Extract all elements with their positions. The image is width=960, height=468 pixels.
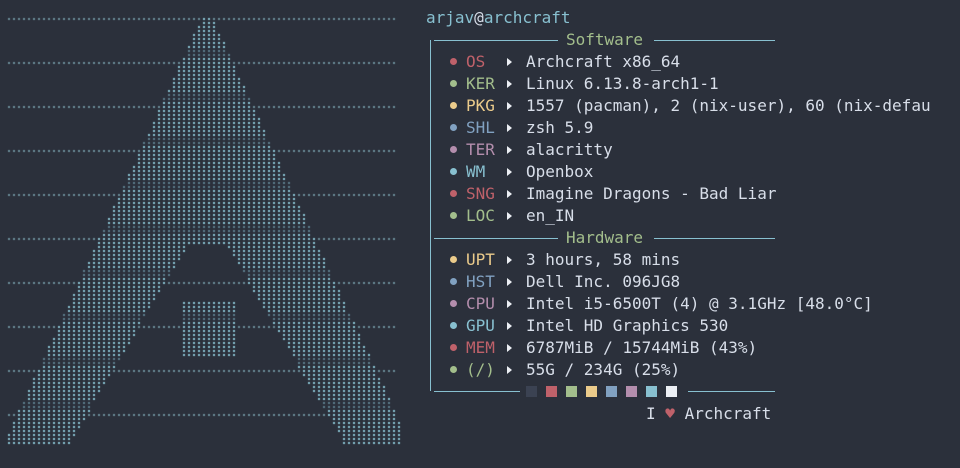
hardware-key-4: MEM [466,338,495,357]
palette-swatch [646,386,657,397]
software-value-0: Archcraft x86_64 [526,52,681,71]
fetch-panel: arjav@archcraft Software OS Archcraft x86_… [0,0,960,468]
arrow-right-icon [507,168,512,176]
software-key-7: LOC [466,206,495,225]
bullet-dot-icon [450,168,457,175]
bullet-dot-icon [450,80,457,87]
arrow-right-icon [507,146,512,154]
software-value-6: Imagine Dragons - Bad Liar [526,184,777,203]
software-value-5: Openbox [526,162,594,181]
arrow-right-icon [507,58,512,66]
bullet-dot-icon [450,102,457,109]
arrow-right-icon [507,322,512,330]
palette-swatch [606,386,617,397]
bullet-dot-icon [450,322,457,329]
software-key-4: TER [466,140,495,159]
software-value-2: 1557 (pacman), 2 (nix-user), 60 (nix-def… [526,96,931,115]
software-rule-left [434,40,558,41]
prompt-line: arjav@archcraft [426,7,571,29]
hardware-key-1: HST [466,272,495,291]
palette-swatch [626,386,637,397]
arrow-right-icon [507,102,512,110]
software-key-0: OS [466,52,486,71]
footer-post: Archcraft [684,404,772,423]
hardware-key-5: (/) [466,360,495,379]
software-title: Software [566,30,644,49]
hostname: archcraft [483,8,571,27]
hardware-title: Hardware [566,228,644,247]
hardware-value-4: 6787MiB / 15744MiB (43%) [526,338,758,357]
palette-swatch [566,386,577,397]
palette-swatch [546,386,557,397]
footer-pre: I [646,404,656,423]
software-value-3: zsh 5.9 [526,118,594,137]
bullet-dot-icon [450,256,457,263]
software-value-4: alacritty [526,140,613,159]
software-key-3: SHL [466,118,495,137]
hardware-key-3: GPU [466,316,495,335]
arrow-right-icon [507,256,512,264]
bullet-dot-icon [450,212,457,219]
arrow-right-icon [507,366,512,374]
heart-icon: ♥ [665,404,675,423]
bottom-rule-left [434,391,520,392]
arrow-right-icon [507,278,512,286]
software-key-5: WM [466,162,486,181]
palette-swatch [586,386,597,397]
software-key-6: SNG [466,184,495,203]
hardware-value-0: 3 hours, 58 mins [526,250,681,269]
hardware-value-2: Intel i5-6500T (4) @ 3.1GHz [48.0°C] [526,294,873,313]
arrow-right-icon [507,344,512,352]
username: arjav [426,8,475,27]
box-left-border [430,40,431,391]
bullet-dot-icon [450,278,457,285]
software-rule-right [654,40,775,41]
arrow-right-icon [507,300,512,308]
arrow-right-icon [507,190,512,198]
bottom-rule-right [688,391,775,392]
software-key-2: PKG [466,96,495,115]
bullet-dot-icon [450,344,457,351]
bullet-dot-icon [450,300,457,307]
footer-signature: I ♥ Archcraft [646,403,771,425]
arrow-right-icon [507,212,512,220]
palette-swatch [666,386,677,397]
hardware-key-0: UPT [466,250,495,269]
hardware-key-2: CPU [466,294,495,313]
hardware-rule-right [654,238,775,239]
hardware-value-3: Intel HD Graphics 530 [526,316,729,335]
hardware-value-5: 55G / 234G (25%) [526,360,681,379]
arrow-right-icon [507,80,512,88]
bullet-dot-icon [450,366,457,373]
hardware-rule-left [434,238,558,239]
palette-swatch [526,386,537,397]
bullet-dot-icon [450,190,457,197]
software-value-7: en_IN [526,206,575,225]
bullet-dot-icon [450,124,457,131]
arrow-right-icon [507,124,512,132]
bullet-dot-icon [450,58,457,65]
hardware-value-1: Dell Inc. 096JG8 [526,272,681,291]
at-sign: @ [474,8,484,27]
bullet-dot-icon [450,146,457,153]
software-key-1: KER [466,74,495,93]
software-value-1: Linux 6.13.8-arch1-1 [526,74,719,93]
